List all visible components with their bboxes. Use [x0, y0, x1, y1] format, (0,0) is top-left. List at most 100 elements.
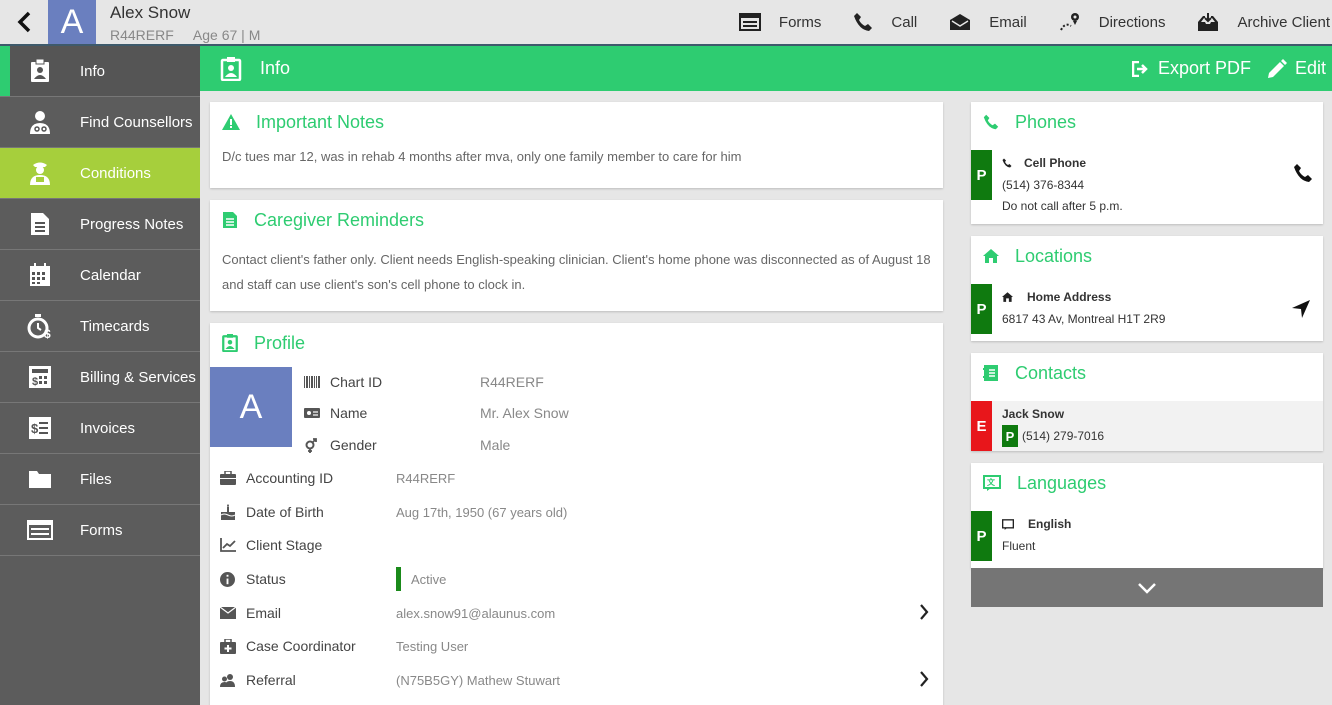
- email-row[interactable]: Email alex.snow91@alaunus.com: [220, 601, 933, 625]
- important-notes-card: Important Notes D/c tues mar 12, was in …: [210, 102, 943, 188]
- archive-client-button[interactable]: Archive Client: [1197, 12, 1330, 32]
- phone-icon: [1002, 158, 1012, 168]
- chevron-right-icon[interactable]: [919, 604, 929, 620]
- locations-header: Locations: [971, 236, 1323, 276]
- edit-label: Edit: [1294, 58, 1326, 78]
- archive-client-label: Archive Client: [1237, 13, 1330, 31]
- call-label: Call: [891, 13, 918, 31]
- sidebar-item-label: Info: [80, 62, 106, 80]
- phone-icon: [983, 114, 999, 130]
- expand-more-button[interactable]: [971, 568, 1323, 607]
- back-arrow-icon: [17, 11, 31, 33]
- languages-card: 文 Languages P English Fluent: [971, 463, 1323, 569]
- chevron-right-icon[interactable]: [919, 671, 929, 687]
- address-value: 6817 43 Av, Montreal H1T 2R9: [1002, 312, 1166, 326]
- contacts-header: Contacts: [971, 353, 1323, 393]
- call-button[interactable]: Call: [853, 12, 917, 32]
- profile-title: Profile: [254, 332, 306, 353]
- sidebar-item-label: Files: [80, 470, 112, 488]
- sidebar-item-conditions[interactable]: Conditions: [0, 148, 200, 199]
- contact-row[interactable]: E Jack Snow P (514) 279-7016: [971, 401, 1323, 451]
- phone-type-label: Cell Phone: [1024, 156, 1087, 170]
- address-type: Home Address: [1002, 290, 1111, 304]
- language-icon: 文: [983, 475, 1001, 491]
- caregiver-reminders-line: and staff can use client's son's cell ph…: [222, 277, 526, 292]
- sidebar-item-timecards[interactable]: $ Timecards: [0, 301, 200, 352]
- home-icon: [983, 249, 999, 263]
- svg-text:文: 文: [987, 477, 996, 487]
- directions-label: Directions: [1098, 13, 1166, 31]
- name-label: Name: [330, 405, 368, 421]
- phones-card: Phones P Cell Phone (514) 376-8344 Do no…: [971, 102, 1323, 224]
- invoice-icon: $: [0, 416, 80, 440]
- directions-button[interactable]: Directions: [1059, 12, 1166, 32]
- directions-icon: [1059, 13, 1079, 31]
- sidebar-item-progress-notes[interactable]: Progress Notes: [0, 199, 200, 250]
- client-chart-id: R44RERF: [110, 27, 174, 43]
- profile-avatar: A: [210, 367, 292, 447]
- export-pdf-button[interactable]: Export PDF: [1131, 58, 1251, 79]
- client-avatar: A: [48, 0, 96, 44]
- contacts-title: Contacts: [1015, 362, 1087, 383]
- clipboard-icon: [220, 56, 242, 81]
- sidebar-item-label: Progress Notes: [80, 215, 184, 233]
- accounting-id-label: Accounting ID: [246, 470, 334, 486]
- name-value: Mr. Alex Snow: [480, 405, 569, 421]
- primary-badge: P: [971, 511, 992, 561]
- referral-value: (N75B5GY) Mathew Stuwart: [396, 672, 561, 688]
- top-header: A Alex Snow R44RERF Age 67 | M Forms Cal…: [0, 0, 1332, 46]
- gender-value: Male: [480, 437, 511, 453]
- export-icon: [1131, 60, 1148, 77]
- email-label: Email: [989, 13, 1027, 31]
- emergency-badge: E: [971, 401, 992, 451]
- email-value: alex.snow91@alaunus.com: [396, 605, 556, 621]
- sidebar-item-find-counsellors[interactable]: Find Counsellors: [0, 97, 200, 148]
- call-phone-icon[interactable]: [1293, 163, 1313, 183]
- dob-label: Date of Birth: [246, 504, 324, 520]
- envelope-icon: [220, 607, 246, 619]
- profile-header: Profile: [210, 323, 943, 363]
- sidebar-item-info[interactable]: Info: [0, 46, 200, 97]
- locations-title: Locations: [1015, 245, 1093, 266]
- contacts-card: Contacts E Jack Snow P (514) 279-7016: [971, 353, 1323, 451]
- archive-icon: [1198, 13, 1219, 31]
- sidebar-item-billing-services[interactable]: $ Billing & Services: [0, 352, 200, 403]
- case-coordinator-row: Case Coordinator Testing User: [220, 634, 933, 658]
- dob-row: Date of Birth Aug 17th, 1950 (67 years o…: [220, 500, 933, 524]
- email-icon: [950, 14, 971, 30]
- referral-row[interactable]: Referral (N75B5GY) Mathew Stuwart: [220, 668, 933, 692]
- edit-button[interactable]: Edit: [1267, 58, 1326, 79]
- languages-title: Languages: [1017, 472, 1107, 493]
- sidebar-item-files[interactable]: Files: [0, 454, 200, 505]
- status-label: Status: [246, 571, 286, 587]
- language-level: Fluent: [1002, 539, 1036, 553]
- contact-name: Jack Snow: [1002, 407, 1065, 421]
- accounting-id-row: Accounting ID R44RERF: [220, 466, 933, 490]
- line-chart-icon: [220, 538, 246, 552]
- cake-icon: [220, 504, 246, 520]
- case-coordinator-label: Case Coordinator: [246, 638, 356, 654]
- chart-id-value: R44RERF: [480, 374, 544, 390]
- phone-type: Cell Phone: [1002, 156, 1086, 170]
- contact-phone-number: (514) 279-7016: [1022, 429, 1105, 443]
- forms-button[interactable]: Forms: [738, 13, 821, 31]
- back-button[interactable]: [0, 0, 48, 44]
- email-button[interactable]: Email: [949, 13, 1027, 31]
- section-title-label: Info: [260, 58, 291, 78]
- navigate-arrow-icon[interactable]: [1291, 299, 1311, 319]
- status-value: Active: [411, 571, 447, 587]
- phones-title: Phones: [1015, 111, 1077, 132]
- phone-note: Do not call after 5 p.m.: [1002, 199, 1123, 213]
- sidebar-item-calendar[interactable]: Calendar: [0, 250, 200, 301]
- sidebar-item-invoices[interactable]: $ Invoices: [0, 403, 200, 454]
- client-stage-label: Client Stage: [246, 537, 323, 553]
- important-notes-text: D/c tues mar 12, was in rehab 4 months a…: [222, 149, 742, 164]
- profile-summary: A Chart ID R44RERF Name Mr. Alex Snow Ge…: [210, 363, 943, 453]
- export-pdf-label: Export PDF: [1157, 58, 1251, 78]
- forms-icon: [738, 13, 761, 31]
- note-icon: [223, 212, 237, 228]
- caregiver-reminders-title: Caregiver Reminders: [254, 209, 425, 230]
- primary-badge: P: [971, 150, 992, 200]
- phones-header: Phones: [971, 102, 1323, 142]
- sidebar-item-forms[interactable]: Forms: [0, 505, 200, 556]
